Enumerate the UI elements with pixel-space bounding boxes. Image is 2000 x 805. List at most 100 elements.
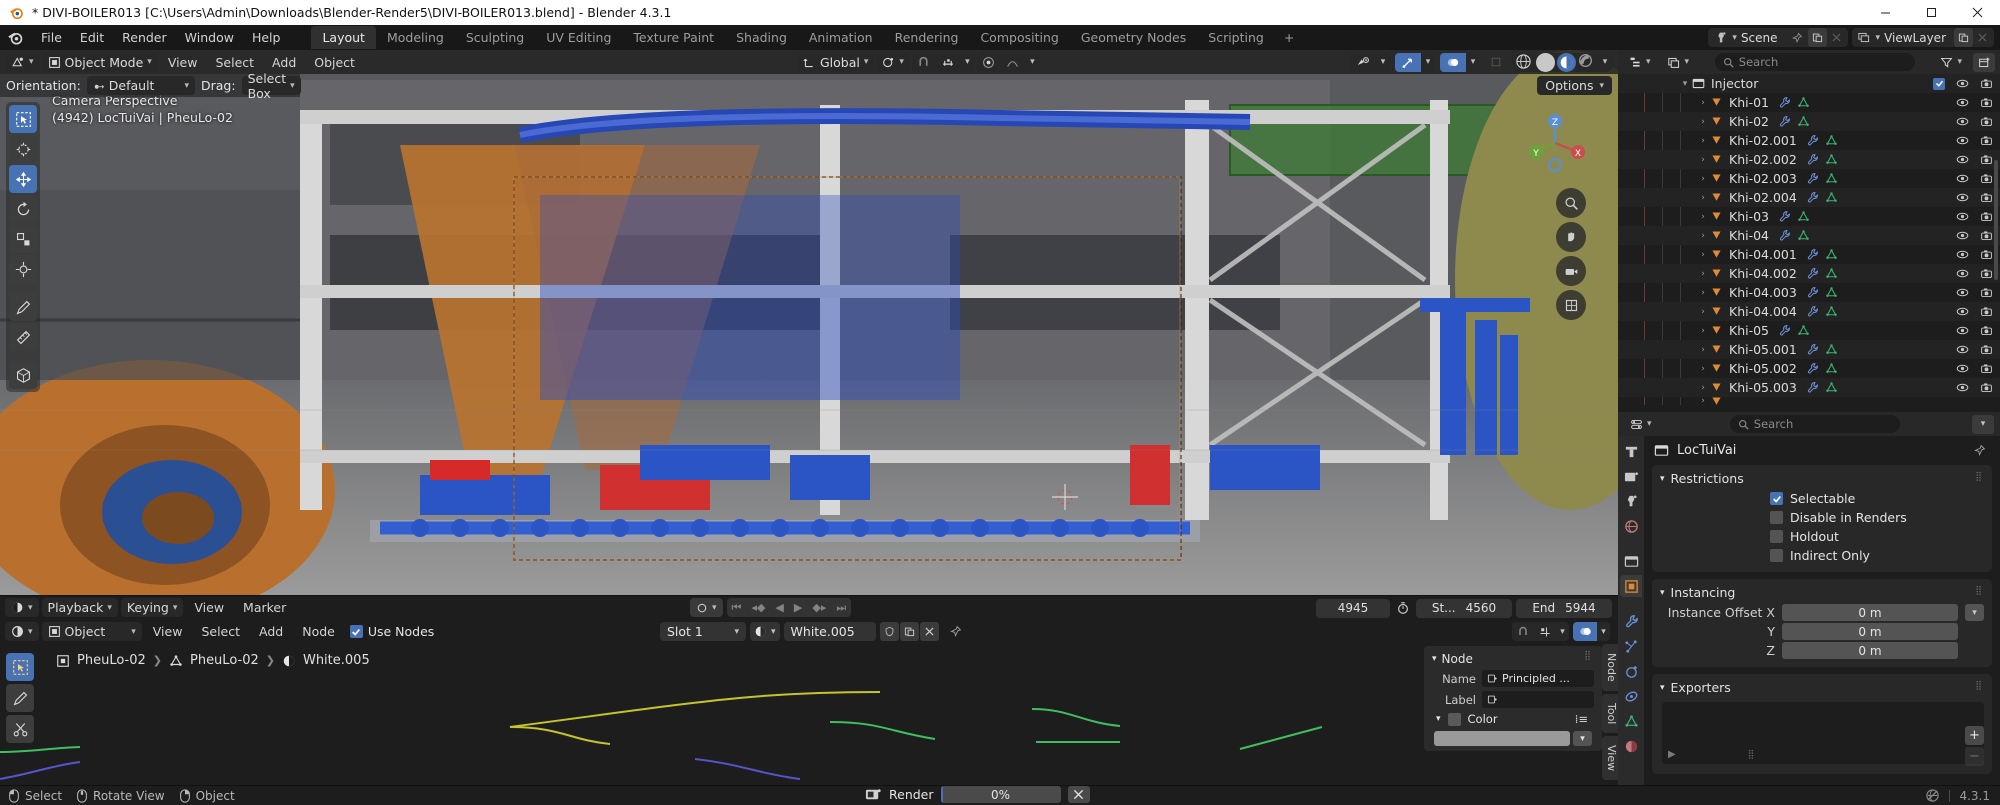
chevron-down-icon[interactable]: ▾ — [1466, 53, 1480, 72]
expand-chevron-icon[interactable]: › — [1696, 117, 1710, 127]
node-color-presets-icon[interactable]: ⁞≡ — [1575, 712, 1588, 726]
row-instance-offset-y[interactable]: Y 0 m — [1652, 622, 1992, 641]
snap-magnet-icon[interactable] — [1512, 622, 1534, 641]
shader-overlay-group[interactable]: ▾ — [1573, 622, 1610, 641]
eye-icon[interactable] — [1956, 381, 1969, 394]
expand-chevron-icon[interactable]: › — [1696, 345, 1710, 355]
show-overlays-icon[interactable] — [1395, 52, 1421, 72]
modifier-wrench-icon[interactable] — [1778, 96, 1791, 109]
playback-controls[interactable]: ⏮ ◂◆ ◀ ▶ ◆▸ ⏭ — [726, 598, 852, 617]
mesh-data-icon[interactable] — [1797, 96, 1810, 109]
tab-modeling[interactable]: Modeling — [376, 26, 455, 49]
viewport-3d[interactable]: ▾ Object Mode ▾ View Select Add Object G… — [0, 50, 1618, 595]
expand-chevron-icon[interactable]: › — [1696, 269, 1710, 279]
expand-triangle-icon[interactable]: ▶ — [1668, 749, 1676, 760]
toggle-ortho-button[interactable] — [1556, 290, 1586, 320]
add-workspace-button[interactable]: + — [1275, 28, 1303, 47]
next-keyframe-icon[interactable]: ◆▸ — [807, 601, 831, 614]
instance-offset-x-value[interactable]: 0 m — [1782, 604, 1958, 621]
chevron-down-icon[interactable]: ▾ — [1421, 53, 1435, 72]
eye-icon[interactable] — [1956, 115, 1969, 128]
eye-icon[interactable] — [1956, 77, 1969, 90]
pin-icon[interactable] — [949, 625, 962, 638]
unlink-material-button[interactable] — [919, 622, 939, 641]
material-preview-shading-icon[interactable] — [1557, 52, 1576, 72]
mesh-data-icon[interactable] — [1825, 172, 1838, 185]
tab-compositing[interactable]: Compositing — [969, 26, 1069, 49]
camera-icon[interactable] — [1980, 77, 1993, 90]
shader-snap-group[interactable]: ▾ — [1512, 622, 1569, 641]
row-instance-offset-x[interactable]: Instance Offset X 0 m ▾ — [1652, 603, 1992, 622]
checkbox-row-disable-in-renders[interactable]: Disable in Renders — [1652, 508, 1992, 527]
current-frame-field[interactable]: 4945 — [1316, 598, 1390, 618]
expand-chevron-icon[interactable]: › — [1696, 288, 1710, 298]
tool-scale[interactable] — [9, 225, 37, 253]
visibility-group[interactable]: ▾ — [1350, 52, 1390, 72]
camera-icon[interactable] — [1980, 286, 1993, 299]
jump-to-start-icon[interactable]: ⏮ — [727, 601, 747, 615]
navigation-gizmo[interactable]: Z X Y — [1520, 108, 1590, 178]
camera-icon[interactable] — [1980, 267, 1993, 280]
tab-shading[interactable]: Shading — [725, 26, 798, 49]
eye-icon[interactable] — [1956, 134, 1969, 147]
modifier-wrench-icon[interactable] — [1806, 343, 1819, 356]
use-nodes-checkbox[interactable] — [349, 625, 363, 638]
tab-scripting[interactable]: Scripting — [1197, 26, 1275, 49]
node-name-row[interactable]: Name Principled ... — [1424, 668, 1602, 689]
node-color-checkbox[interactable] — [1447, 712, 1461, 726]
tab-data-properties[interactable] — [1620, 710, 1642, 732]
play-reverse-icon[interactable]: ◀ — [770, 601, 788, 614]
tab-texture-paint[interactable]: Texture Paint — [622, 26, 725, 49]
timeline-menu-playback[interactable]: Playback ▾ — [41, 598, 118, 617]
outliner-row-object[interactable]: › Khi-05.001 — [1618, 340, 2000, 359]
holdout-checkbox[interactable] — [1770, 530, 1783, 543]
transform-orientation-selector[interactable]: Global ▾ — [796, 52, 875, 72]
delete-scene-button[interactable] — [1827, 28, 1846, 47]
tool-rotate[interactable] — [9, 195, 37, 223]
exporters-list[interactable]: ▶ ⣿ — [1662, 702, 1984, 764]
eye-icon[interactable] — [1956, 305, 1969, 318]
mesh-data-icon[interactable] — [1797, 210, 1810, 223]
timeline-menu-marker[interactable]: Marker — [235, 598, 294, 617]
tab-sculpting[interactable]: Sculpting — [455, 26, 535, 49]
instance-offset-dropdown[interactable]: ▾ — [1965, 604, 1984, 621]
eye-icon[interactable] — [1956, 210, 1969, 223]
modifier-wrench-icon[interactable] — [1806, 305, 1819, 318]
tool-transform[interactable] — [9, 255, 37, 283]
camera-icon[interactable] — [1980, 324, 1993, 337]
properties-search-input[interactable]: Search — [1729, 415, 1900, 433]
material-slot-selector[interactable]: Slot 1 ▾ — [660, 622, 746, 641]
mesh-data-icon[interactable] — [1825, 286, 1838, 299]
rendered-shading-icon[interactable] — [1578, 53, 1597, 72]
tab-render-properties[interactable] — [1620, 465, 1642, 487]
modifier-wrench-icon[interactable] — [1778, 115, 1791, 128]
modifier-wrench-icon[interactable] — [1806, 267, 1819, 280]
sidetab-node[interactable]: Node — [1602, 644, 1618, 691]
outliner-row-object[interactable]: › Khi-01 — [1618, 93, 2000, 112]
menu-help[interactable]: Help — [243, 28, 290, 47]
camera-icon[interactable] — [1980, 172, 1993, 185]
object-mode-selector[interactable]: Object Mode ▾ — [41, 52, 158, 72]
expand-chevron-icon[interactable]: › — [1696, 212, 1710, 222]
outliner-scrollbar[interactable] — [1994, 160, 1998, 280]
end-frame-field[interactable]: End 5944 — [1516, 598, 1612, 618]
delete-viewlayer-button[interactable] — [1973, 28, 1992, 47]
auto-key-icon[interactable] — [1394, 601, 1412, 615]
camera-icon[interactable] — [1980, 153, 1993, 166]
proportional-edit-icon[interactable] — [977, 53, 1001, 72]
shader-type-selector[interactable]: Object ▾ — [41, 622, 142, 641]
outliner-row-object[interactable]: › Khi-04 — [1618, 226, 2000, 245]
modifier-wrench-icon[interactable] — [1806, 381, 1819, 394]
expand-chevron-icon[interactable]: › — [1696, 307, 1710, 317]
proportional-edit-group[interactable]: ▾ — [976, 52, 1040, 72]
viewport-menu-select[interactable]: Select — [207, 53, 262, 72]
pan-button[interactable] — [1556, 222, 1586, 252]
camera-icon[interactable] — [1980, 248, 1993, 261]
viewport-menu-view[interactable]: View — [160, 53, 206, 72]
solid-shading-icon[interactable] — [1536, 52, 1555, 72]
node-panel-header[interactable]: ▾ Node ⣿ — [1424, 650, 1602, 668]
scene-selector[interactable]: ▾ Scene — [1708, 28, 1848, 47]
camera-icon[interactable] — [1980, 305, 1993, 318]
modifier-wrench-icon[interactable] — [1778, 210, 1791, 223]
modifier-wrench-icon[interactable] — [1806, 153, 1819, 166]
